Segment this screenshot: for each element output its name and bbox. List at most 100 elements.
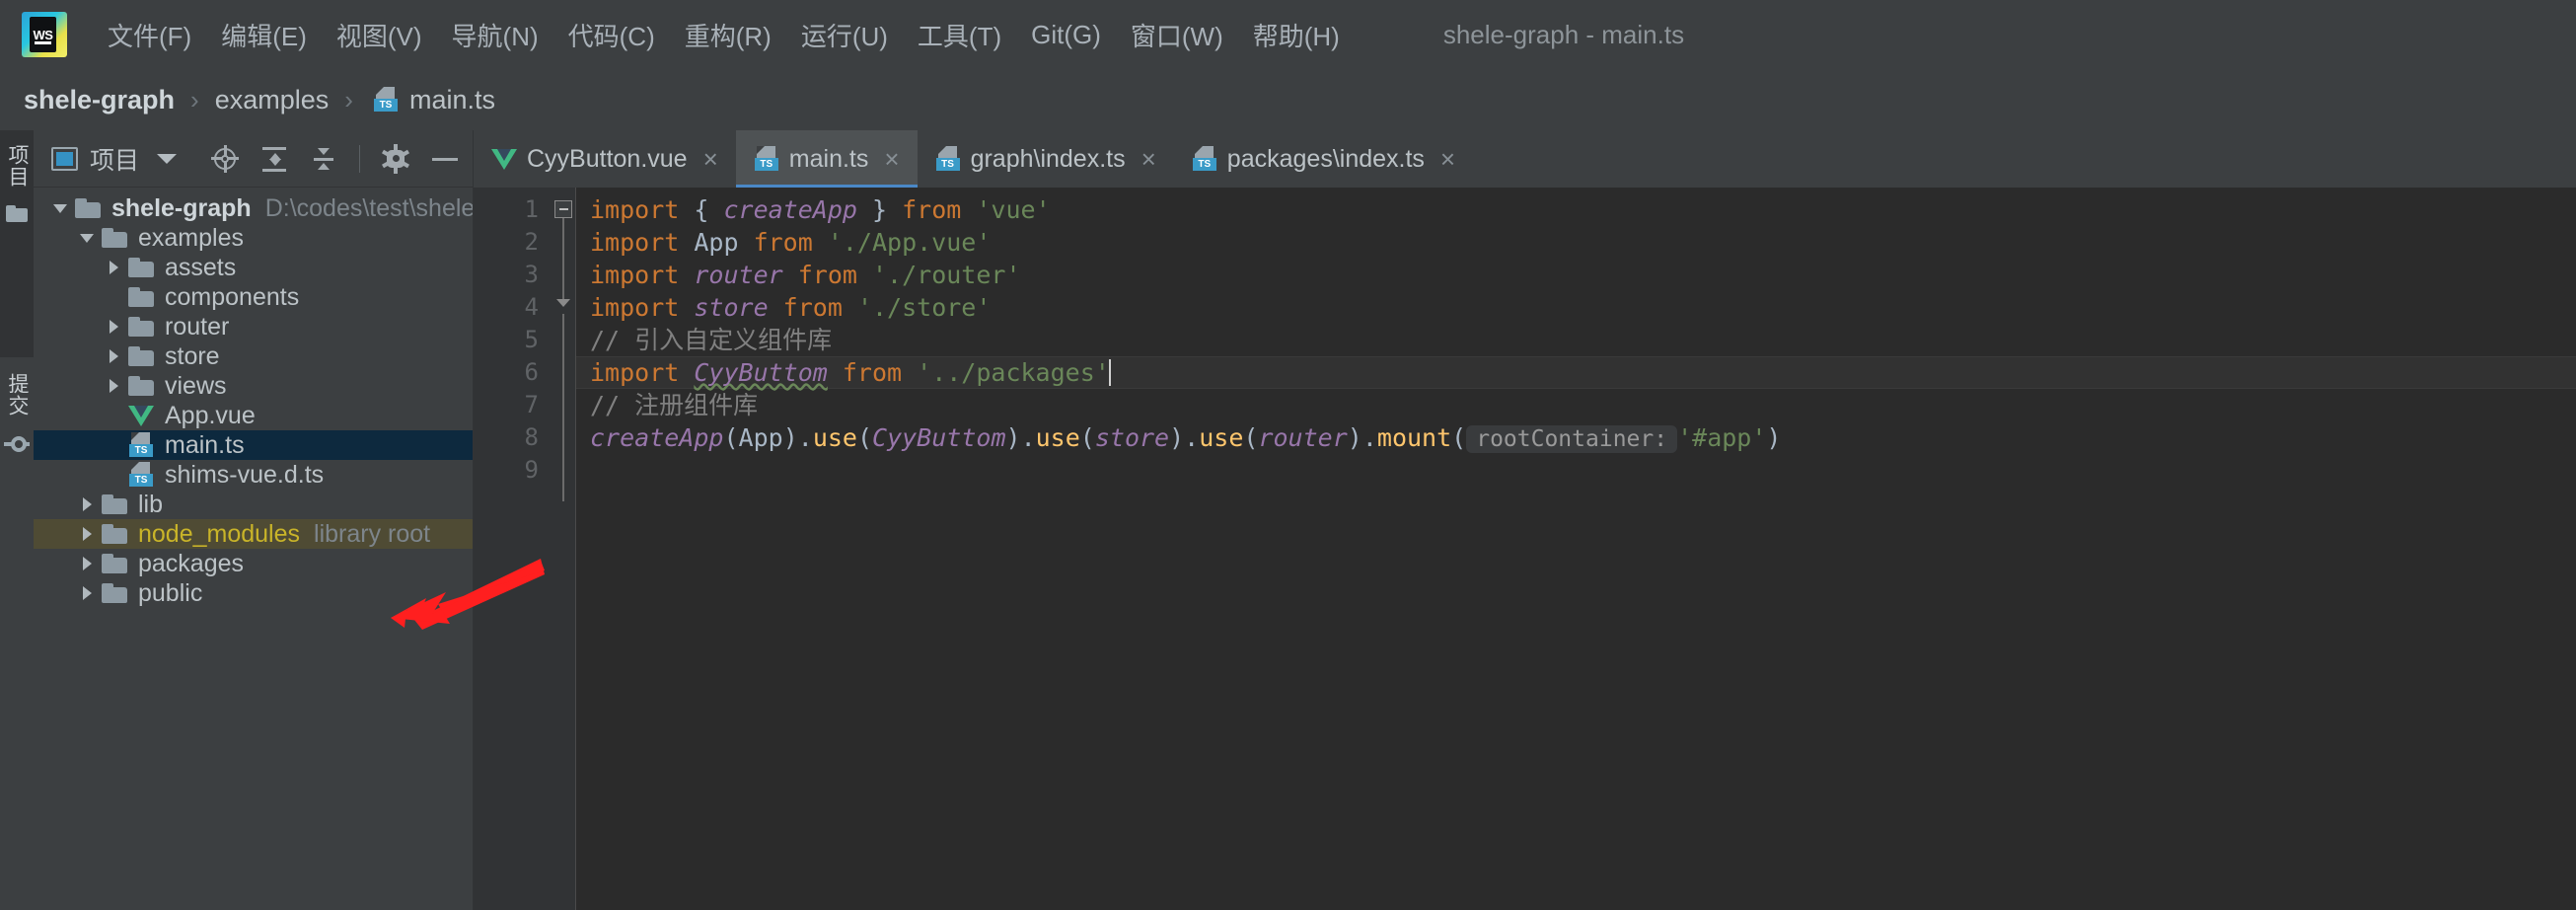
menu-edit[interactable]: 编辑(E) bbox=[206, 11, 322, 59]
menu-code[interactable]: 代码(C) bbox=[553, 11, 670, 59]
tree-row[interactable]: shele-graph D:\codes\test\shele-graph bbox=[34, 193, 473, 223]
breadcrumb-file[interactable]: main.ts bbox=[409, 85, 495, 115]
code-line[interactable]: // 注册组件库 bbox=[576, 389, 2576, 421]
tree-row[interactable]: router bbox=[34, 312, 473, 341]
code-line[interactable]: import CyyButtom from '../packages' bbox=[576, 356, 2576, 389]
chevron-down-icon[interactable] bbox=[157, 153, 178, 164]
editor-tab-label: packages\index.ts bbox=[1226, 144, 1425, 173]
editor-tab-label: main.ts bbox=[788, 144, 869, 173]
close-icon[interactable]: × bbox=[703, 146, 718, 172]
locate-target-icon[interactable] bbox=[211, 144, 239, 173]
code-token: from bbox=[782, 261, 872, 289]
code-token: // 引入自定义组件库 bbox=[590, 326, 833, 354]
gear-icon[interactable] bbox=[382, 143, 409, 174]
chevron-right-icon[interactable] bbox=[101, 261, 126, 274]
code-folding-gutter[interactable] bbox=[551, 188, 576, 910]
breadcrumb-project[interactable]: shele-graph bbox=[24, 85, 175, 115]
tree-row[interactable]: store bbox=[34, 341, 473, 371]
code-token: './store' bbox=[856, 293, 992, 322]
folder-icon bbox=[128, 287, 154, 307]
close-icon[interactable]: × bbox=[1440, 146, 1455, 172]
fold-end-icon bbox=[556, 299, 570, 307]
editor-tab[interactable]: TS graph\index.ts × bbox=[918, 130, 1174, 188]
code-line[interactable]: // 引入自定义组件库 bbox=[576, 324, 2576, 356]
tree-row[interactable]: lib bbox=[34, 490, 473, 519]
typescript-file-icon: TS bbox=[128, 462, 154, 488]
code-line[interactable]: import App from './App.vue' bbox=[576, 226, 2576, 259]
typescript-file-icon: TS bbox=[935, 146, 961, 172]
code-token: import bbox=[590, 358, 695, 387]
tree-row[interactable]: TS shims-vue.d.ts bbox=[34, 460, 473, 490]
editor-tab-label: graph\index.ts bbox=[970, 144, 1126, 173]
line-number: 8 bbox=[524, 423, 539, 451]
code-line[interactable]: import store from './store' bbox=[576, 291, 2576, 324]
folder-icon[interactable] bbox=[6, 205, 28, 222]
tree-item-label: lib bbox=[138, 490, 164, 518]
breadcrumb: shele-graph › examples › TS main.ts bbox=[0, 69, 2576, 130]
line-number: 6 bbox=[524, 358, 539, 386]
code-line[interactable]: import { createApp } from 'vue' bbox=[576, 193, 2576, 226]
menu-tools[interactable]: 工具(T) bbox=[903, 11, 1016, 59]
rail-bottom-group: 提交 bbox=[0, 357, 34, 910]
code-token: '#app' bbox=[1677, 423, 1767, 452]
menu-help[interactable]: 帮助(H) bbox=[1238, 11, 1355, 59]
tree-item-label: App.vue bbox=[165, 401, 256, 429]
close-icon[interactable]: × bbox=[884, 146, 899, 172]
chevron-down-icon[interactable] bbox=[47, 203, 73, 213]
tree-row[interactable]: TS main.ts bbox=[34, 430, 473, 460]
code-token: './router' bbox=[871, 261, 1021, 289]
tree-row[interactable]: assets bbox=[34, 253, 473, 282]
code-token: import bbox=[590, 293, 695, 322]
project-tree[interactable]: shele-graph D:\codes\test\shele-graph exam… bbox=[34, 188, 473, 910]
close-icon[interactable]: × bbox=[1141, 146, 1156, 172]
menu-file[interactable]: 文件(F) bbox=[93, 11, 206, 59]
code-token: // 注册组件库 bbox=[590, 391, 759, 419]
rail-item-project[interactable]: 项目 bbox=[2, 144, 32, 188]
code-token: router bbox=[694, 261, 783, 289]
menu-run[interactable]: 运行(U) bbox=[786, 11, 903, 59]
tree-row[interactable]: packages bbox=[34, 549, 473, 578]
tree-row[interactable]: public bbox=[34, 578, 473, 608]
chevron-right-icon[interactable] bbox=[101, 320, 126, 334]
tree-row[interactable]: views bbox=[34, 371, 473, 401]
chevron-right-icon[interactable] bbox=[74, 557, 100, 570]
chevron-right-icon[interactable] bbox=[101, 349, 126, 363]
code-token: { bbox=[694, 195, 724, 224]
chevron-right-icon[interactable] bbox=[101, 379, 126, 393]
hide-panel-icon[interactable] bbox=[431, 145, 459, 173]
tree-row[interactable]: components bbox=[34, 282, 473, 312]
code-line[interactable] bbox=[576, 454, 2576, 487]
rail-top-group: 项目 bbox=[0, 130, 34, 357]
collapse-all-icon[interactable] bbox=[310, 145, 337, 173]
code-editor[interactable]: 1 2 3 4 5 6 7 8 9 import { createApp } from 'vue… bbox=[474, 188, 2576, 910]
chevron-down-icon[interactable] bbox=[74, 233, 100, 243]
tree-item-hint: library root bbox=[314, 519, 431, 548]
menu-refactor[interactable]: 重构(R) bbox=[670, 11, 786, 59]
rail-item-commit[interactable]: 提交 bbox=[2, 373, 32, 417]
chevron-right-icon[interactable] bbox=[74, 586, 100, 600]
code-token: ) bbox=[1005, 423, 1021, 452]
code-token: use bbox=[812, 423, 857, 452]
expand-all-icon[interactable] bbox=[260, 145, 288, 173]
editor-tab[interactable]: TS packages\index.ts × bbox=[1174, 130, 1473, 188]
code-line[interactable]: createApp(App).use(CyyButtom).use(store)… bbox=[576, 421, 2576, 454]
toolbar-divider bbox=[359, 144, 360, 173]
editor-tab[interactable]: TS main.ts × bbox=[735, 130, 918, 188]
chevron-right-icon[interactable] bbox=[74, 497, 100, 511]
chevron-right-icon[interactable] bbox=[74, 527, 100, 541]
menu-window[interactable]: 窗口(W) bbox=[1116, 11, 1238, 59]
code-content[interactable]: import { createApp } from 'vue' import Ap… bbox=[576, 188, 2576, 910]
breadcrumb-folder[interactable]: examples bbox=[215, 85, 330, 115]
menu-view[interactable]: 视图(V) bbox=[322, 11, 437, 59]
editor-tab[interactable]: CyyButton.vue × bbox=[474, 130, 736, 188]
tree-item-label: shele-graph bbox=[111, 193, 252, 222]
code-line[interactable]: import router from './router' bbox=[576, 259, 2576, 291]
menu-navigate[interactable]: 导航(N) bbox=[437, 11, 553, 59]
code-token: router bbox=[1258, 423, 1348, 452]
tree-row[interactable]: examples bbox=[34, 223, 473, 253]
tree-row[interactable]: node_modules library root bbox=[34, 519, 473, 549]
tree-row[interactable]: App.vue bbox=[34, 401, 473, 430]
menu-git[interactable]: Git(G) bbox=[1016, 14, 1116, 56]
commit-icon[interactable] bbox=[4, 434, 30, 454]
code-token: . bbox=[1020, 423, 1036, 452]
